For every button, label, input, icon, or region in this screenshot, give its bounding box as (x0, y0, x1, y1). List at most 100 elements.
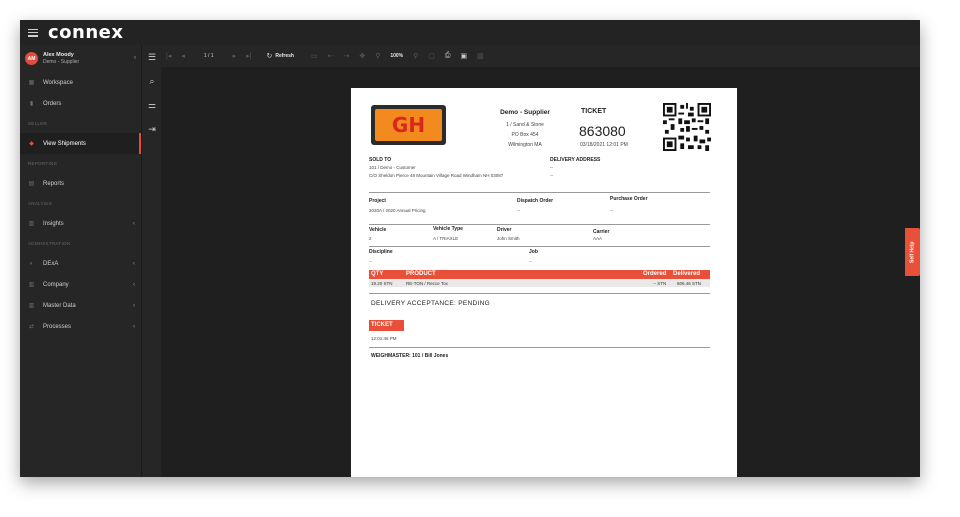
chevron-left-icon[interactable]: ‹ (134, 55, 136, 61)
table-row: 19.20 STN RE-TON / Recce Tox -- STN 606.… (369, 279, 710, 287)
job-value: -- (529, 259, 532, 264)
two-page-icon[interactable]: ▥ (477, 52, 484, 60)
dispatch-order-value: -- (517, 208, 520, 213)
orders-icon: ▮ (29, 101, 34, 107)
sidebar-item-view-shipments[interactable]: ◆ View Shipments (20, 133, 141, 154)
column-header: PRODUCT (406, 271, 436, 277)
sidebar-toggle-icon[interactable]: ☰ (142, 45, 162, 69)
page-indicator: 1 / 1 (203, 53, 214, 59)
job-label: Job (529, 249, 538, 255)
dispatch-order-label: Dispatch Order (517, 198, 554, 204)
fullscreen-icon[interactable]: ▢ (428, 52, 435, 60)
sidebar-item-company[interactable]: ▥ Company ‹ (20, 274, 141, 295)
user-name: Alex Moody (43, 51, 74, 58)
supplier-logo: GH (371, 105, 446, 145)
vehicle-value: 2 (369, 236, 372, 241)
icon-rail: ☰ ⌕ ⚌ ⇥ (141, 45, 161, 477)
print-icon[interactable]: ⎙ (445, 52, 451, 60)
delivery-address-line: -- (550, 165, 553, 170)
carrier-label: Carrier (593, 229, 610, 235)
discipline-value: -- (369, 259, 372, 264)
column-header: Delivered (673, 271, 701, 277)
cell-qty: 19.20 STN (371, 281, 393, 286)
previous-page-icon[interactable]: ◂ (181, 52, 185, 60)
supplier-line: Wilmington MA (508, 142, 542, 148)
sidebar-item-label: Company (43, 281, 69, 288)
shipments-icon: ◆ (29, 141, 34, 147)
self-help-button[interactable]: Self Help (905, 228, 920, 276)
chevron-left-icon: ‹ (133, 323, 135, 330)
zoom-level[interactable]: 100% (390, 53, 403, 59)
export-icon[interactable]: ⇥ (142, 117, 162, 141)
sidebar-item-label: Workspace (43, 79, 73, 86)
project-value: 2020A / 2020 Annual Pricing (369, 208, 426, 213)
sidebar-item-workspace[interactable]: ▦ Workspace (20, 72, 141, 93)
project-label: Project (369, 198, 386, 204)
first-page-icon[interactable]: |◂ (166, 52, 171, 60)
divider (369, 192, 710, 193)
export-icon[interactable]: ⇢ (343, 52, 349, 60)
driver-label: Driver (497, 227, 512, 233)
app-window: connex AM Alex Moody Demo - Supplier ‹ ▦… (20, 20, 920, 477)
pan-icon[interactable]: ✥ (359, 52, 365, 60)
ticket-event-time: 12:01:46 PM (371, 336, 397, 341)
sidebar-item-reports[interactable]: ▤ Reports (20, 173, 141, 194)
processes-icon: ⇄ (28, 324, 35, 330)
sidebar-item-dexa[interactable]: ◐ DExA ‹ (20, 253, 141, 274)
cell-delivered: 606.46 STN (677, 281, 702, 286)
supplier-line: PO Box 454 (511, 132, 539, 138)
sidebar-item-master-data[interactable]: ▥ Master Data ‹ (20, 295, 141, 316)
sidebar-item-label: Orders (43, 100, 62, 107)
dexa-icon: ◐ (29, 260, 34, 267)
delivery-acceptance-status: DELIVERY ACCEPTANCE: PENDING (371, 300, 490, 307)
ticket-page: GH Demo - Supplier 1 / Sand & Stone PO B… (351, 88, 737, 477)
discipline-label: Discipline (369, 249, 393, 255)
filter-icon[interactable]: ⚌ (142, 93, 162, 117)
chevron-left-icon: ‹ (133, 281, 135, 288)
user-menu[interactable]: AM Alex Moody Demo - Supplier ‹ (20, 45, 141, 72)
company-icon: ▥ (28, 282, 35, 288)
sold-to-label: SOLD TO (369, 157, 392, 163)
user-role: Demo - Supplier (43, 58, 80, 65)
delivery-address-label: DELIVERY ADDRESS (550, 157, 601, 163)
sidebar-item-insights[interactable]: ▥ Insights ‹ (20, 213, 141, 234)
vehicle-type-label: Vehicle Type (433, 226, 463, 232)
refresh-button[interactable]: Refresh (275, 53, 294, 59)
ticket-label: TICKET (581, 108, 607, 115)
sidebar-item-label: DExA (43, 260, 59, 267)
zoom-in-icon[interactable]: ⚲ (413, 52, 418, 60)
app-logo[interactable]: connex (48, 22, 123, 43)
divider (369, 224, 710, 225)
zoom-out-icon[interactable]: ⚲ (375, 52, 380, 60)
sidebar-item-processes[interactable]: ⇄ Processes ‹ (20, 316, 141, 337)
next-page-icon[interactable]: ▸ (233, 52, 237, 60)
top-bar: connex (20, 20, 920, 45)
qr-code (663, 103, 711, 151)
divider (369, 246, 710, 247)
insights-icon: ▥ (28, 221, 35, 227)
document-viewer[interactable]: GH Demo - Supplier 1 / Sand & Stone PO B… (161, 67, 920, 477)
last-page-icon[interactable]: ▸| (246, 52, 251, 60)
search-icon[interactable]: ⌕ (142, 69, 162, 93)
divider (369, 347, 710, 348)
column-header: QTY (371, 271, 384, 277)
master-data-icon: ▥ (28, 303, 35, 309)
single-page-icon[interactable]: ▣ (461, 52, 468, 60)
section-administration: ADMINISTRATION (28, 241, 71, 246)
section-reporting: REPORTING (28, 161, 58, 166)
sidebar-item-orders[interactable]: ▮ Orders (20, 93, 141, 114)
copy-icon[interactable]: ▭ (311, 52, 318, 60)
hamburger-icon[interactable] (28, 28, 38, 37)
refresh-icon[interactable]: ↻ (266, 52, 272, 60)
cell-ordered: -- STN (653, 281, 667, 286)
supplier-line: 1 / Sand & Stone (506, 122, 544, 128)
cell-product: RE-TON / Recce Tox (406, 281, 448, 286)
column-header: Ordered (643, 271, 667, 277)
sidebar: AM Alex Moody Demo - Supplier ‹ ▦ Worksp… (20, 45, 141, 477)
weighmaster: WEIGHMASTER: 101 / Bill Jones (371, 353, 449, 359)
reports-icon: ▤ (28, 181, 35, 187)
sidebar-item-label: Insights (43, 220, 64, 227)
supplier-block: Demo - Supplier 1 / Sand & Stone PO Box … (488, 109, 562, 150)
export-pdf-icon[interactable]: ⇠ (328, 52, 334, 60)
driver-value: John Smith (497, 236, 520, 241)
